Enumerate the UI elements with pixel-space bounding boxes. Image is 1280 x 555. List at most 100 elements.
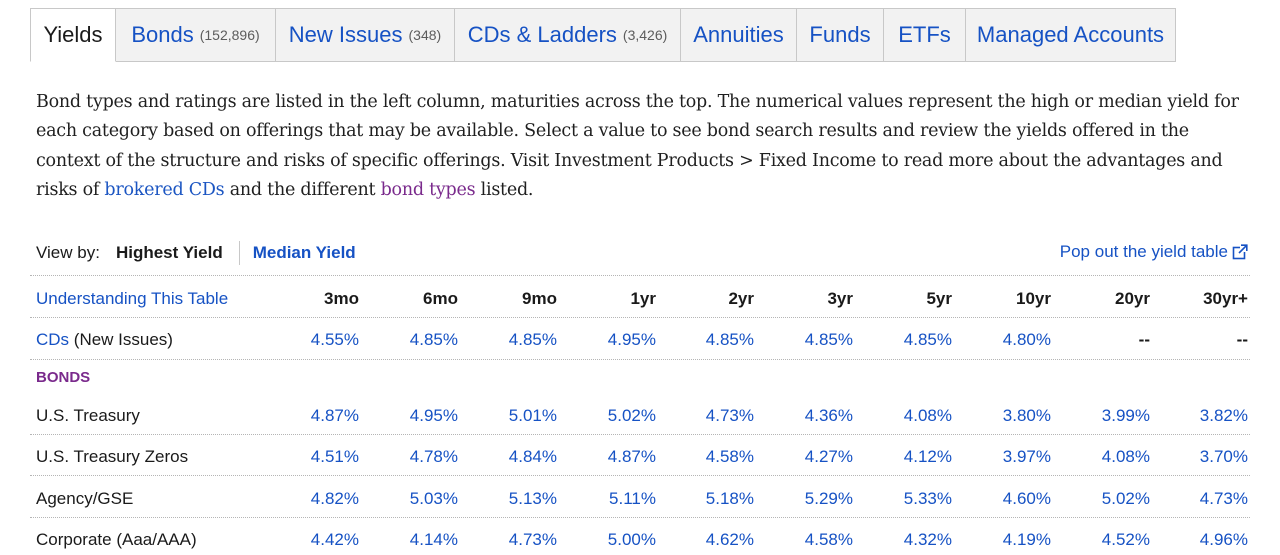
section-label: BONDS (36, 369, 91, 386)
column-header: 20yr (1115, 289, 1150, 308)
bond-types-link[interactable]: bond types (381, 180, 476, 200)
column-header: 30yr+ (1203, 289, 1248, 308)
understanding-table-link[interactable]: Understanding This Table (36, 289, 228, 309)
yield-value[interactable]: 5.01% (467, 406, 557, 426)
yield-value[interactable]: 3.70% (1158, 447, 1248, 467)
highest-yield-option[interactable]: Highest Yield (116, 243, 223, 263)
yield-value[interactable]: 4.14% (368, 530, 458, 550)
description-text: and the different (224, 180, 381, 201)
yield-value[interactable]: 4.85% (862, 330, 952, 350)
tab-bonds[interactable]: Bonds (152,896) (116, 8, 276, 62)
yield-value[interactable]: 4.73% (1158, 489, 1248, 509)
description-paragraph: Bond types and ratings are listed in the… (36, 88, 1256, 206)
yield-value[interactable]: 4.55% (269, 330, 359, 350)
yield-value[interactable]: 4.87% (566, 447, 656, 467)
row-label-suffix: (New Issues) (69, 330, 173, 349)
tab-label: Yields (43, 22, 103, 47)
description-text: listed. (475, 180, 534, 201)
column-header: 3mo (324, 289, 359, 308)
tab-new-issues[interactable]: New Issues (348) (276, 8, 455, 62)
yield-value[interactable]: 4.96% (1158, 530, 1248, 550)
yield-value[interactable]: 4.32% (862, 530, 952, 550)
table-row-cds: CDs (New Issues) 4.55% 4.85% 4.85% 4.95%… (30, 317, 1250, 360)
yield-value[interactable]: 3.97% (961, 447, 1051, 467)
tab-label: Bonds (131, 22, 194, 47)
table-header-row: Understanding This Table 3mo 6mo 9mo 1yr… (30, 275, 1250, 318)
yield-value[interactable]: 4.85% (368, 330, 458, 350)
yield-value[interactable]: 4.58% (664, 447, 754, 467)
tab-yields[interactable]: Yields (30, 8, 116, 62)
yield-value[interactable]: 4.58% (763, 530, 853, 550)
yield-value[interactable]: 4.19% (961, 530, 1051, 550)
yield-value[interactable]: 5.18% (664, 489, 754, 509)
tab-annuities[interactable]: Annuities (681, 8, 797, 62)
popout-yield-table-link[interactable]: Pop out the yield table (1060, 240, 1248, 264)
tab-count: (152,896) (199, 27, 260, 43)
yield-value[interactable]: 4.60% (961, 489, 1051, 509)
yield-value[interactable]: 5.13% (467, 489, 557, 509)
yield-value[interactable]: 5.00% (566, 530, 656, 550)
yield-value[interactable]: 4.87% (269, 406, 359, 426)
yield-value[interactable]: 4.42% (269, 530, 359, 550)
column-header: 9mo (522, 289, 557, 308)
tab-label: Managed Accounts (976, 22, 1165, 47)
yield-value[interactable]: 4.12% (862, 447, 952, 467)
popout-label: Pop out the yield table (1059, 242, 1228, 261)
tab-funds[interactable]: Funds (797, 8, 884, 62)
column-header: 1yr (630, 289, 656, 308)
yield-value[interactable]: 4.82% (269, 489, 359, 509)
view-by-label: View by: (36, 243, 100, 262)
tab-count: (3,426) (622, 27, 668, 43)
table-row: Agency/GSE 4.82% 5.03% 5.13% 5.11% 5.18%… (30, 475, 1250, 518)
yield-value[interactable]: 5.02% (566, 406, 656, 426)
yield-value[interactable]: 3.99% (1060, 406, 1150, 426)
tab-managed-accounts[interactable]: Managed Accounts (966, 8, 1176, 62)
tab-label: ETFs (898, 22, 951, 47)
yield-value[interactable]: 4.95% (368, 406, 458, 426)
brokered-cds-link[interactable]: brokered CDs (104, 180, 224, 200)
tab-bar: Yields Bonds (152,896) New Issues (348) CD… (30, 8, 1176, 62)
row-label: U.S. Treasury (36, 406, 140, 425)
yield-value[interactable]: 4.84% (467, 447, 557, 467)
yield-value[interactable]: 4.95% (566, 330, 656, 350)
yield-value[interactable]: 5.03% (368, 489, 458, 509)
column-header: 2yr (728, 289, 754, 308)
yield-value[interactable]: 4.08% (1060, 447, 1150, 467)
yield-value[interactable]: 4.85% (763, 330, 853, 350)
yield-value[interactable]: 3.82% (1158, 406, 1248, 426)
yield-value[interactable]: 4.27% (763, 447, 853, 467)
tab-label: CDs & Ladders (467, 22, 617, 47)
yield-value[interactable]: 5.29% (763, 489, 853, 509)
yield-value[interactable]: 4.80% (961, 330, 1051, 350)
cds-link[interactable]: CDs (36, 330, 69, 349)
tab-divider (30, 61, 1176, 62)
yield-value[interactable]: 4.73% (664, 406, 754, 426)
yield-value[interactable]: 4.78% (368, 447, 458, 467)
table-row: U.S. Treasury 4.87% 4.95% 5.01% 5.02% 4.… (30, 393, 1250, 434)
column-header: 5yr (926, 289, 952, 308)
yield-value[interactable]: 3.80% (961, 406, 1051, 426)
yield-value[interactable]: 4.36% (763, 406, 853, 426)
yield-value[interactable]: 4.85% (467, 330, 557, 350)
column-header: 3yr (827, 289, 853, 308)
tab-count: (348) (408, 27, 442, 43)
yield-value[interactable]: 4.73% (467, 530, 557, 550)
yield-value[interactable]: 4.85% (664, 330, 754, 350)
yield-value[interactable]: 4.52% (1060, 530, 1150, 550)
median-yield-option[interactable]: Median Yield (253, 243, 356, 263)
empty-value: -- (1236, 330, 1248, 349)
table-row: U.S. Treasury Zeros 4.51% 4.78% 4.84% 4.… (30, 434, 1250, 476)
yield-value[interactable]: 5.33% (862, 489, 952, 509)
yield-value[interactable]: 4.08% (862, 406, 952, 426)
yield-value[interactable]: 5.11% (566, 489, 656, 509)
column-header: 6mo (423, 289, 458, 308)
external-link-icon (1232, 244, 1248, 260)
section-row-bonds: BONDS (30, 359, 1250, 394)
row-label: Agency/GSE (36, 489, 134, 508)
yield-value[interactable]: 5.02% (1060, 489, 1150, 509)
view-by-toggle: View by: Highest Yield Median Yield (36, 240, 356, 266)
yield-value[interactable]: 4.51% (269, 447, 359, 467)
tab-etfs[interactable]: ETFs (884, 8, 966, 62)
yield-value[interactable]: 4.62% (664, 530, 754, 550)
tab-cds-ladders[interactable]: CDs & Ladders (3,426) (455, 8, 681, 62)
